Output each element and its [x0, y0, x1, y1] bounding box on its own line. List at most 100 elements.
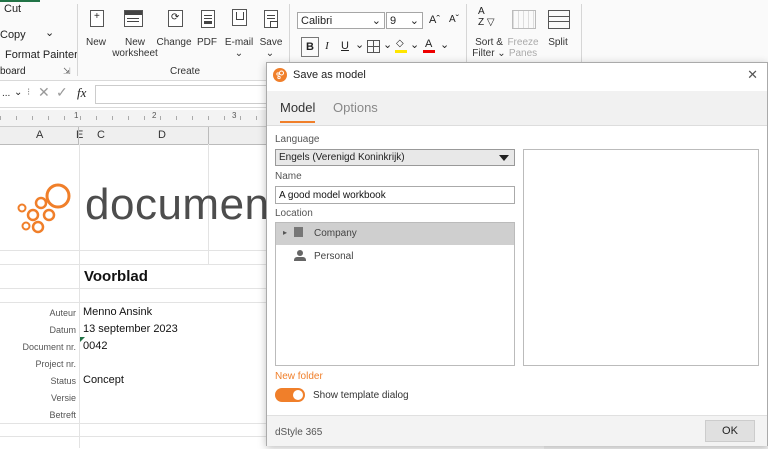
row-value[interactable]: 13 september 2023: [83, 323, 178, 335]
row-gridline: [0, 264, 266, 265]
borders-icon[interactable]: [367, 40, 380, 53]
tree-item-personal[interactable]: Personal: [276, 246, 514, 268]
new-worksheet-label-1[interactable]: New: [111, 37, 159, 48]
fill-color-dropdown-icon[interactable]: ⌄: [410, 38, 419, 51]
column-header[interactable]: D: [158, 129, 166, 141]
cut-button[interactable]: Cut: [4, 3, 21, 15]
row-value[interactable]: 0042: [83, 340, 107, 352]
copy-dropdown-icon[interactable]: ⌄: [45, 26, 54, 39]
change-button[interactable]: Change: [156, 37, 192, 48]
chevron-down-icon[interactable]: ⌄: [372, 13, 381, 30]
copy-button[interactable]: Copy: [0, 29, 26, 41]
table-row: Auteur Menno Ansink: [0, 304, 266, 321]
row-label: Auteur: [49, 308, 76, 318]
sort-filter-icon[interactable]: AZ ▽: [478, 6, 495, 28]
shrink-font-button[interactable]: Aˇ: [449, 14, 459, 25]
name-label: Name: [275, 171, 302, 182]
chevron-down-icon[interactable]: ⌄: [14, 87, 22, 98]
pdf-button[interactable]: PDF: [195, 37, 219, 48]
save-dropdown-icon[interactable]: ⌄: [263, 48, 277, 59]
table-row: Datum 13 september 2023: [0, 321, 266, 338]
split-button[interactable]: Split: [544, 37, 572, 48]
expand-arrow-icon[interactable]: ▸: [283, 228, 287, 237]
grow-font-button[interactable]: Aˆ: [429, 14, 440, 26]
table-row: Project nr.: [0, 355, 266, 372]
formula-input[interactable]: [95, 85, 268, 104]
column-headers: A E C D: [0, 127, 280, 145]
chevron-down-icon[interactable]: [499, 155, 509, 161]
row-value[interactable]: Concept: [83, 374, 124, 386]
tab-model[interactable]: Model: [280, 100, 316, 123]
table-row: Versie: [0, 389, 266, 406]
font-name-combo[interactable]: Calibri ⌄: [297, 12, 385, 29]
group-divider: [77, 4, 78, 76]
save-icon[interactable]: [264, 10, 278, 28]
column-header[interactable]: A: [36, 129, 43, 141]
create-group-label: Create: [169, 66, 200, 77]
location-tree[interactable]: ▸ Company Personal: [275, 222, 515, 366]
row-label: Versie: [50, 393, 76, 403]
toggle-label: Show template dialog: [313, 390, 409, 401]
email-button[interactable]: E-mail: [222, 37, 256, 48]
sort-filter-label-1[interactable]: Sort &: [470, 37, 508, 48]
font-size-combo[interactable]: 9 ⌄: [386, 12, 423, 29]
underline-button[interactable]: U: [338, 37, 352, 55]
name-input[interactable]: [275, 186, 515, 204]
font-color-dropdown-icon[interactable]: ⌄: [440, 38, 449, 51]
dialog-footer: dStyle 365 OK: [267, 415, 767, 446]
row-gridline: [0, 288, 266, 289]
more-icon: ⁝: [27, 87, 31, 98]
name-box[interactable]: ...: [2, 88, 10, 99]
fill-color-icon[interactable]: ◇: [395, 38, 407, 53]
chevron-down-icon[interactable]: ⌄: [410, 13, 419, 30]
email-icon[interactable]: [232, 9, 247, 26]
row-value[interactable]: Menno Ansink: [83, 306, 152, 318]
font-color-icon[interactable]: A: [423, 38, 435, 53]
pdf-icon[interactable]: [201, 10, 215, 28]
new-folder-link[interactable]: New folder: [275, 371, 323, 382]
italic-button[interactable]: I: [320, 37, 334, 55]
active-tab-indicator: [0, 0, 40, 2]
borders-dropdown-icon[interactable]: ⌄: [383, 38, 392, 51]
new-worksheet-icon[interactable]: [124, 10, 143, 27]
cancel-icon[interactable]: ✕: [38, 84, 50, 101]
new-button[interactable]: New: [83, 37, 109, 48]
row-gridline: [0, 423, 266, 424]
freeze-panes-label-1: Freeze: [507, 37, 539, 48]
tab-options[interactable]: Options: [333, 100, 378, 115]
save-button[interactable]: Save: [258, 37, 284, 48]
table-row: Status Concept: [0, 372, 266, 389]
email-dropdown-icon[interactable]: ⌄: [232, 48, 246, 59]
tree-item-company[interactable]: ▸ Company: [276, 223, 514, 245]
column-header[interactable]: C: [97, 129, 105, 141]
insert-function-button[interactable]: fx: [77, 85, 86, 101]
row-gridline: [0, 302, 266, 303]
sort-filter-label-2[interactable]: Filter ⌄: [470, 48, 508, 59]
row-label: Status: [50, 376, 76, 386]
split-icon[interactable]: [548, 10, 570, 29]
language-value: Engels (Verenigd Koninkrijk): [279, 152, 405, 163]
underline-dropdown-icon[interactable]: ⌄: [355, 38, 364, 51]
dialog-tabs: Model Options: [267, 91, 767, 126]
change-icon[interactable]: ⟳: [168, 10, 183, 27]
row-gridline: [0, 436, 266, 437]
freeze-panes-icon: [512, 10, 536, 29]
enter-icon[interactable]: ✓: [56, 84, 68, 101]
sheet-heading: Voorblad: [84, 268, 148, 285]
clipboard-group-label: board: [0, 66, 26, 77]
tree-item-label: Personal: [314, 251, 354, 262]
language-select[interactable]: Engels (Verenigd Koninkrijk): [275, 149, 515, 166]
new-worksheet-label-2[interactable]: worksheet: [111, 48, 159, 59]
bold-button[interactable]: B: [301, 37, 319, 57]
show-template-dialog-toggle[interactable]: [275, 388, 305, 402]
tree-item-label: Company: [314, 228, 357, 239]
format-painter-button[interactable]: Format Painter: [5, 49, 78, 61]
dialog-launcher-icon[interactable]: ⇲: [63, 66, 71, 77]
brand-label: dStyle 365: [275, 427, 323, 438]
new-document-icon[interactable]: +: [90, 10, 104, 27]
row-label: Project nr.: [35, 359, 76, 369]
ok-button[interactable]: OK: [705, 420, 755, 442]
font-size-value: 9: [390, 15, 397, 27]
row-label: Betreft: [49, 410, 76, 420]
close-icon[interactable]: ✕: [747, 67, 758, 83]
